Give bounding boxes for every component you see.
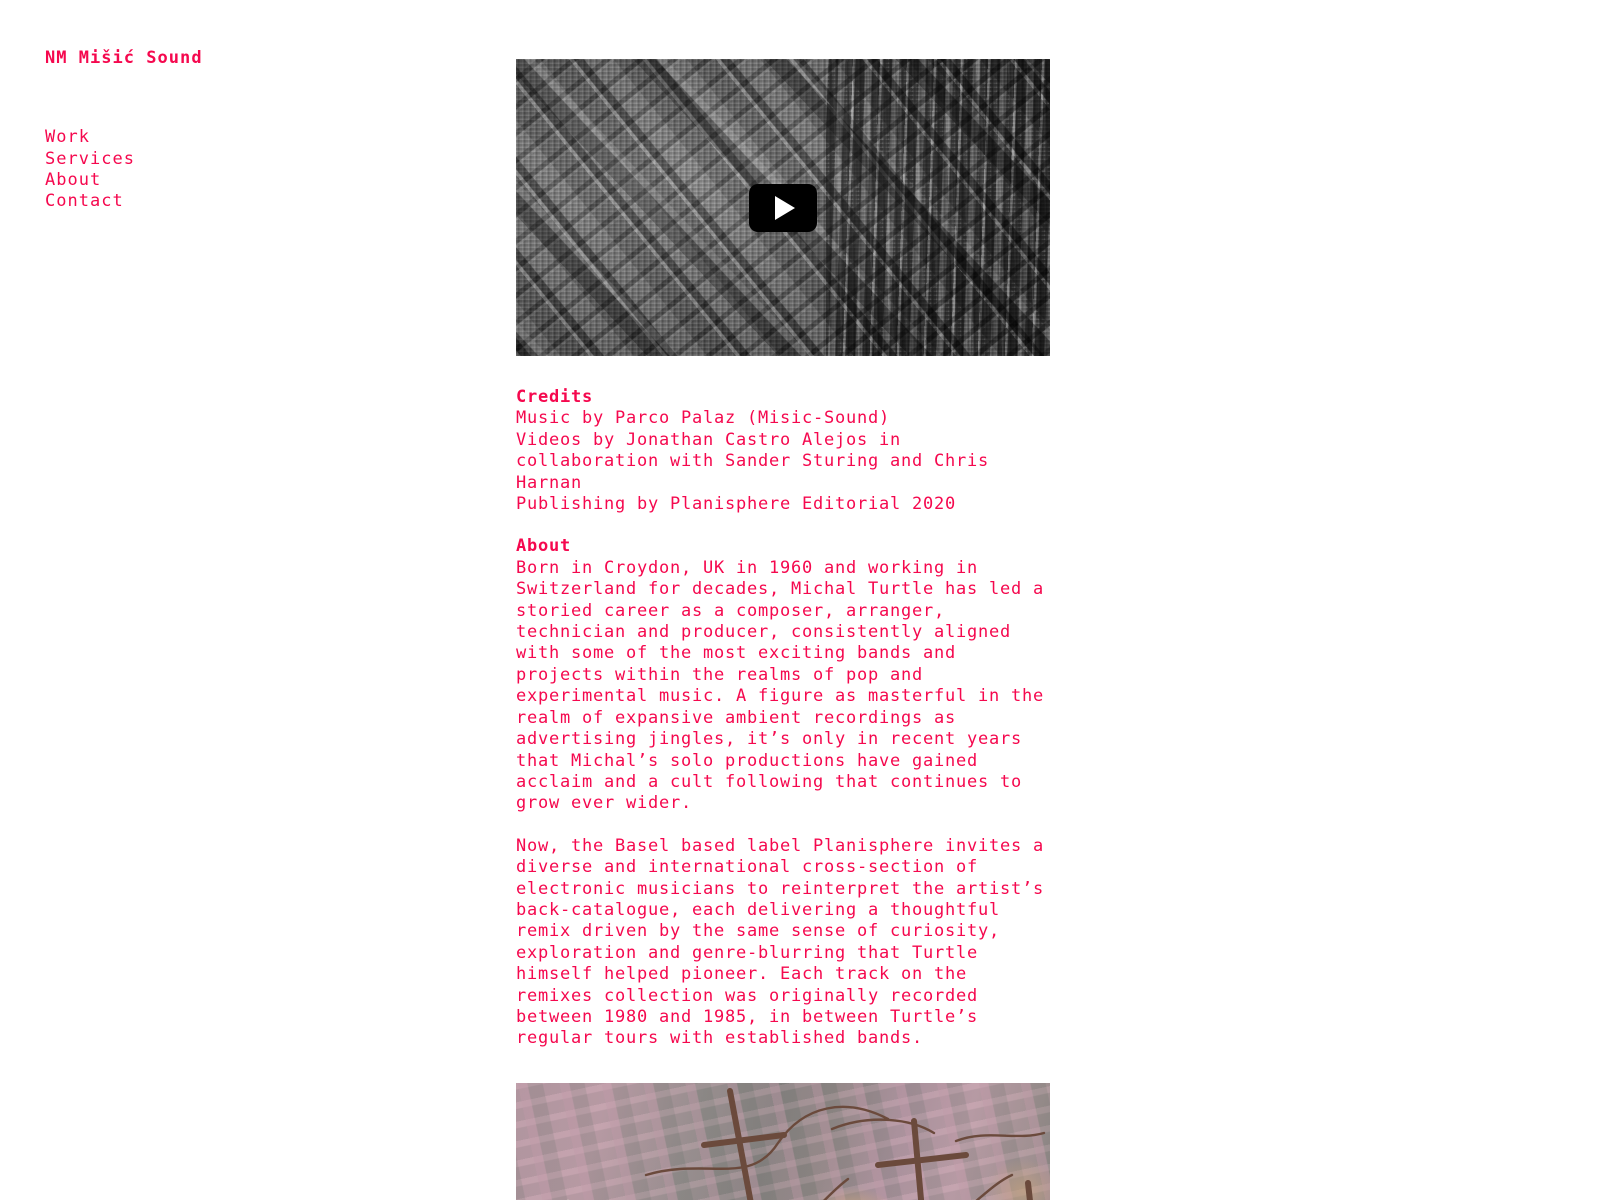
credits-line-videos: Videos by Jonathan Castro Alejos in coll… (516, 429, 989, 493)
page-root: NM Mišić Sound Work Services About Conta… (0, 0, 1600, 1200)
artwork-image[interactable] (516, 1082, 1050, 1200)
main-content: Credits Music by Parco Palaz (Misic-Soun… (516, 59, 1050, 1200)
play-triangle-icon (775, 195, 795, 220)
credits-section: Credits Music by Parco Palaz (Misic-Soun… (516, 387, 1050, 515)
artwork-cross-marks (566, 1087, 1046, 1200)
about-heading: About (516, 536, 571, 557)
about-section: About Born in Croydon, UK in 1960 and wo… (516, 536, 1050, 1049)
about-paragraph-1: Born in Croydon, UK in 1960 and working … (516, 557, 1044, 814)
nav-item-services[interactable]: Services (45, 149, 135, 170)
credits-line-music: Music by Parco Palaz (Misic-Sound) (516, 408, 890, 429)
nav-item-contact[interactable]: Contact (45, 191, 124, 212)
main-navigation: Work Services About Contact (45, 127, 445, 213)
nav-item-about[interactable]: About (45, 170, 101, 191)
about-paragraph-2: Now, the Basel based label Planisphere i… (516, 835, 1044, 1049)
text-column: Credits Music by Parco Palaz (Misic-Soun… (516, 387, 1050, 1050)
credits-line-publishing: Publishing by Planisphere Editorial 2020 (516, 494, 956, 515)
credits-heading: Credits (516, 387, 593, 407)
nav-item-work[interactable]: Work (45, 127, 90, 148)
video-player[interactable] (516, 59, 1050, 356)
play-button[interactable] (749, 183, 817, 232)
brand-logo[interactable]: NM Mišić Sound (45, 47, 445, 69)
sidebar: NM Mišić Sound Work Services About Conta… (45, 47, 445, 213)
